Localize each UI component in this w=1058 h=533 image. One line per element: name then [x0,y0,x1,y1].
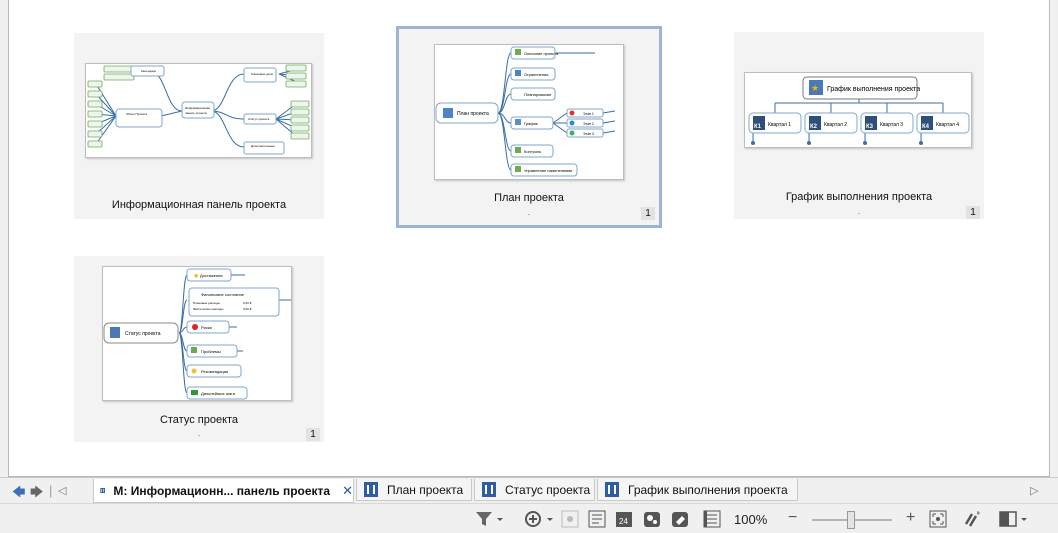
mindmap-thumb: План проекта Описание проекта Ограничени… [435,46,616,177]
svg-text:К1: К1 [754,124,762,130]
scroll-tabs-right-icon[interactable]: ▷ [1030,484,1038,497]
document-icon [100,487,106,494]
slide-dot: . [527,207,531,217]
tab-plan[interactable]: План проекта [356,479,472,501]
svg-text:Управление изменениями: Управление изменениями [524,168,572,173]
fit-to-window-icon[interactable] [928,510,948,528]
svg-text:К4: К4 [922,124,930,130]
svg-text:0,00 ₽: 0,00 ₽ [243,307,252,311]
magnet-icon[interactable] [962,510,982,528]
slide-thumbnail: ★ График выполнения проекта К1 К2 К3 К4 … [744,72,972,148]
slide-dot: . [857,206,861,216]
svg-text:Плановые расходы: Плановые расходы [193,301,220,305]
svg-text:Этап 3: Этап 3 [583,132,594,136]
svg-text:Контроль: Контроль [524,149,541,154]
outline-icon[interactable] [587,510,607,528]
svg-text:Риски: Риски [201,325,212,330]
slide-title: Статус проекта [159,414,239,426]
svg-text:24: 24 [619,517,628,526]
tab-status[interactable]: Статус проекта [474,479,595,501]
calendar-icon[interactable]: 24 [614,510,634,528]
svg-text:Фактические расходы: Фактические расходы [193,307,223,311]
orgchart-thumb: ★ График выполнения проекта К1 К2 К3 К4 … [748,76,970,145]
document-icon [605,482,619,497]
tab-label: График выполнения проекта [628,482,788,497]
svg-text:Описание проекта: Описание проекта [524,51,559,56]
tab-label: Статус проекта [505,482,591,497]
scroll-tabs-left-icon[interactable]: ◁ [58,484,66,497]
forward-arrow-icon[interactable]: 🡆 [30,483,43,505]
filter-icon[interactable] [474,510,504,528]
status-bar: 24 100% − + [0,503,1058,533]
slide-title: План проекта [494,192,564,204]
zoom-in-button[interactable]: + [906,509,915,527]
slide-card-dashboard[interactable]: Информационная панель проекта Обзор Прое… [74,33,324,219]
tab-dashboard[interactable]: М: Информационн... панель проекта ✕ [93,479,354,503]
nav-separator: | [49,483,53,498]
svg-text:Календарь: Календарь [141,69,157,73]
slide-title: Информационная панель проекта [111,199,287,211]
slide-page-number: 1 [641,207,655,220]
slide-thumbnail: ★ Статус проекта Достижения Финансовое с… [102,266,292,401]
slide-dot: . [197,428,201,438]
svg-text:Дальнейшие шаги: Дальнейшие шаги [201,391,235,396]
slide-title: График выполнения проекта [785,191,933,203]
slide-card-plan[interactable]: План проекта Описание проекта Ограничени… [396,26,662,228]
svg-text:Ключевые даты: Ключевые даты [251,72,273,76]
tag-icon[interactable] [670,510,690,528]
close-icon[interactable]: ✕ [342,483,353,499]
svg-text:Квартал 3: Квартал 3 [880,122,903,128]
svg-text:Рекомендации: Рекомендации [201,369,228,374]
svg-text:Квартал 4: Квартал 4 [936,122,959,128]
slide-card-schedule[interactable]: ★ График выполнения проекта К1 К2 К3 К4 … [734,32,984,219]
svg-text:панель проекта: панель проекта [185,111,207,115]
svg-text:План проекта: План проекта [457,111,489,117]
slides-canvas[interactable]: Информационная панель проекта Обзор Прое… [8,0,1050,477]
svg-text:К3: К3 [866,124,874,130]
svg-text:Ограничения: Ограничения [524,72,548,77]
svg-text:★: ★ [811,83,819,93]
tab-schedule[interactable]: График выполнения проекта [597,479,798,501]
layout-panel-icon[interactable] [998,510,1030,528]
svg-text:Дополнительные: Дополнительные [251,144,275,148]
back-arrow-icon[interactable]: 🡄 [12,483,25,505]
slide-page-number: 1 [966,206,980,219]
svg-text:Информационная: Информационная [185,106,210,110]
svg-text:К2: К2 [810,124,818,130]
focus-icon[interactable] [560,510,580,528]
svg-text:★: ★ [193,272,199,280]
app-window: Информационная панель проекта Обзор Прое… [0,0,1058,533]
svg-text:Финансовое состояние: Финансовое состояние [201,292,245,297]
tab-label: План проекта [387,482,464,497]
svg-text:Статус проекта: Статус проекта [248,117,270,121]
svg-text:График: График [524,121,538,126]
svg-text:Проблемы: Проблемы [201,349,221,354]
svg-text:Квартал 1: Квартал 1 [768,122,791,128]
svg-text:Статус проекта: Статус проекта [125,331,161,337]
slide-page-number: 1 [306,428,320,441]
tab-label: М: Информационн... панель проекта [113,483,331,498]
zoom-out-button[interactable]: − [788,509,797,527]
mindmap-thumb: Информационная панель проекта Обзор Прое… [87,64,310,155]
zoom-slider-thumb[interactable] [847,511,855,529]
svg-text:Планирование: Планирование [524,92,552,97]
add-topic-icon[interactable] [523,510,555,528]
svg-text:0,00 ₽: 0,00 ₽ [243,301,252,305]
slide-thumbnail: Информационная панель проекта Обзор Прое… [85,63,312,158]
mindmap-thumb: ★ Статус проекта Достижения Финансовое с… [103,268,291,400]
svg-text:Этап 1: Этап 1 [583,112,594,116]
svg-text:Квартал 2: Квартал 2 [824,122,847,128]
presentation-icon[interactable] [702,510,722,528]
svg-text:График выполнения проекта: График выполнения проекта [827,86,920,93]
svg-text:Этап 2: Этап 2 [583,122,594,126]
svg-text:Обзор Проекта: Обзор Проекта [126,112,147,116]
slide-card-status[interactable]: ★ Статус проекта Достижения Финансовое с… [74,256,324,442]
resources-icon[interactable] [642,510,662,528]
document-icon [482,482,496,497]
svg-text:Достижения: Достижения [200,273,223,278]
document-tab-bar: 🡄 🡆 | ◁ М: Информационн... панель проект… [0,477,1058,503]
document-icon [364,482,378,497]
zoom-level: 100% [734,512,768,527]
slide-thumbnail: План проекта Описание проекта Ограничени… [434,44,624,180]
